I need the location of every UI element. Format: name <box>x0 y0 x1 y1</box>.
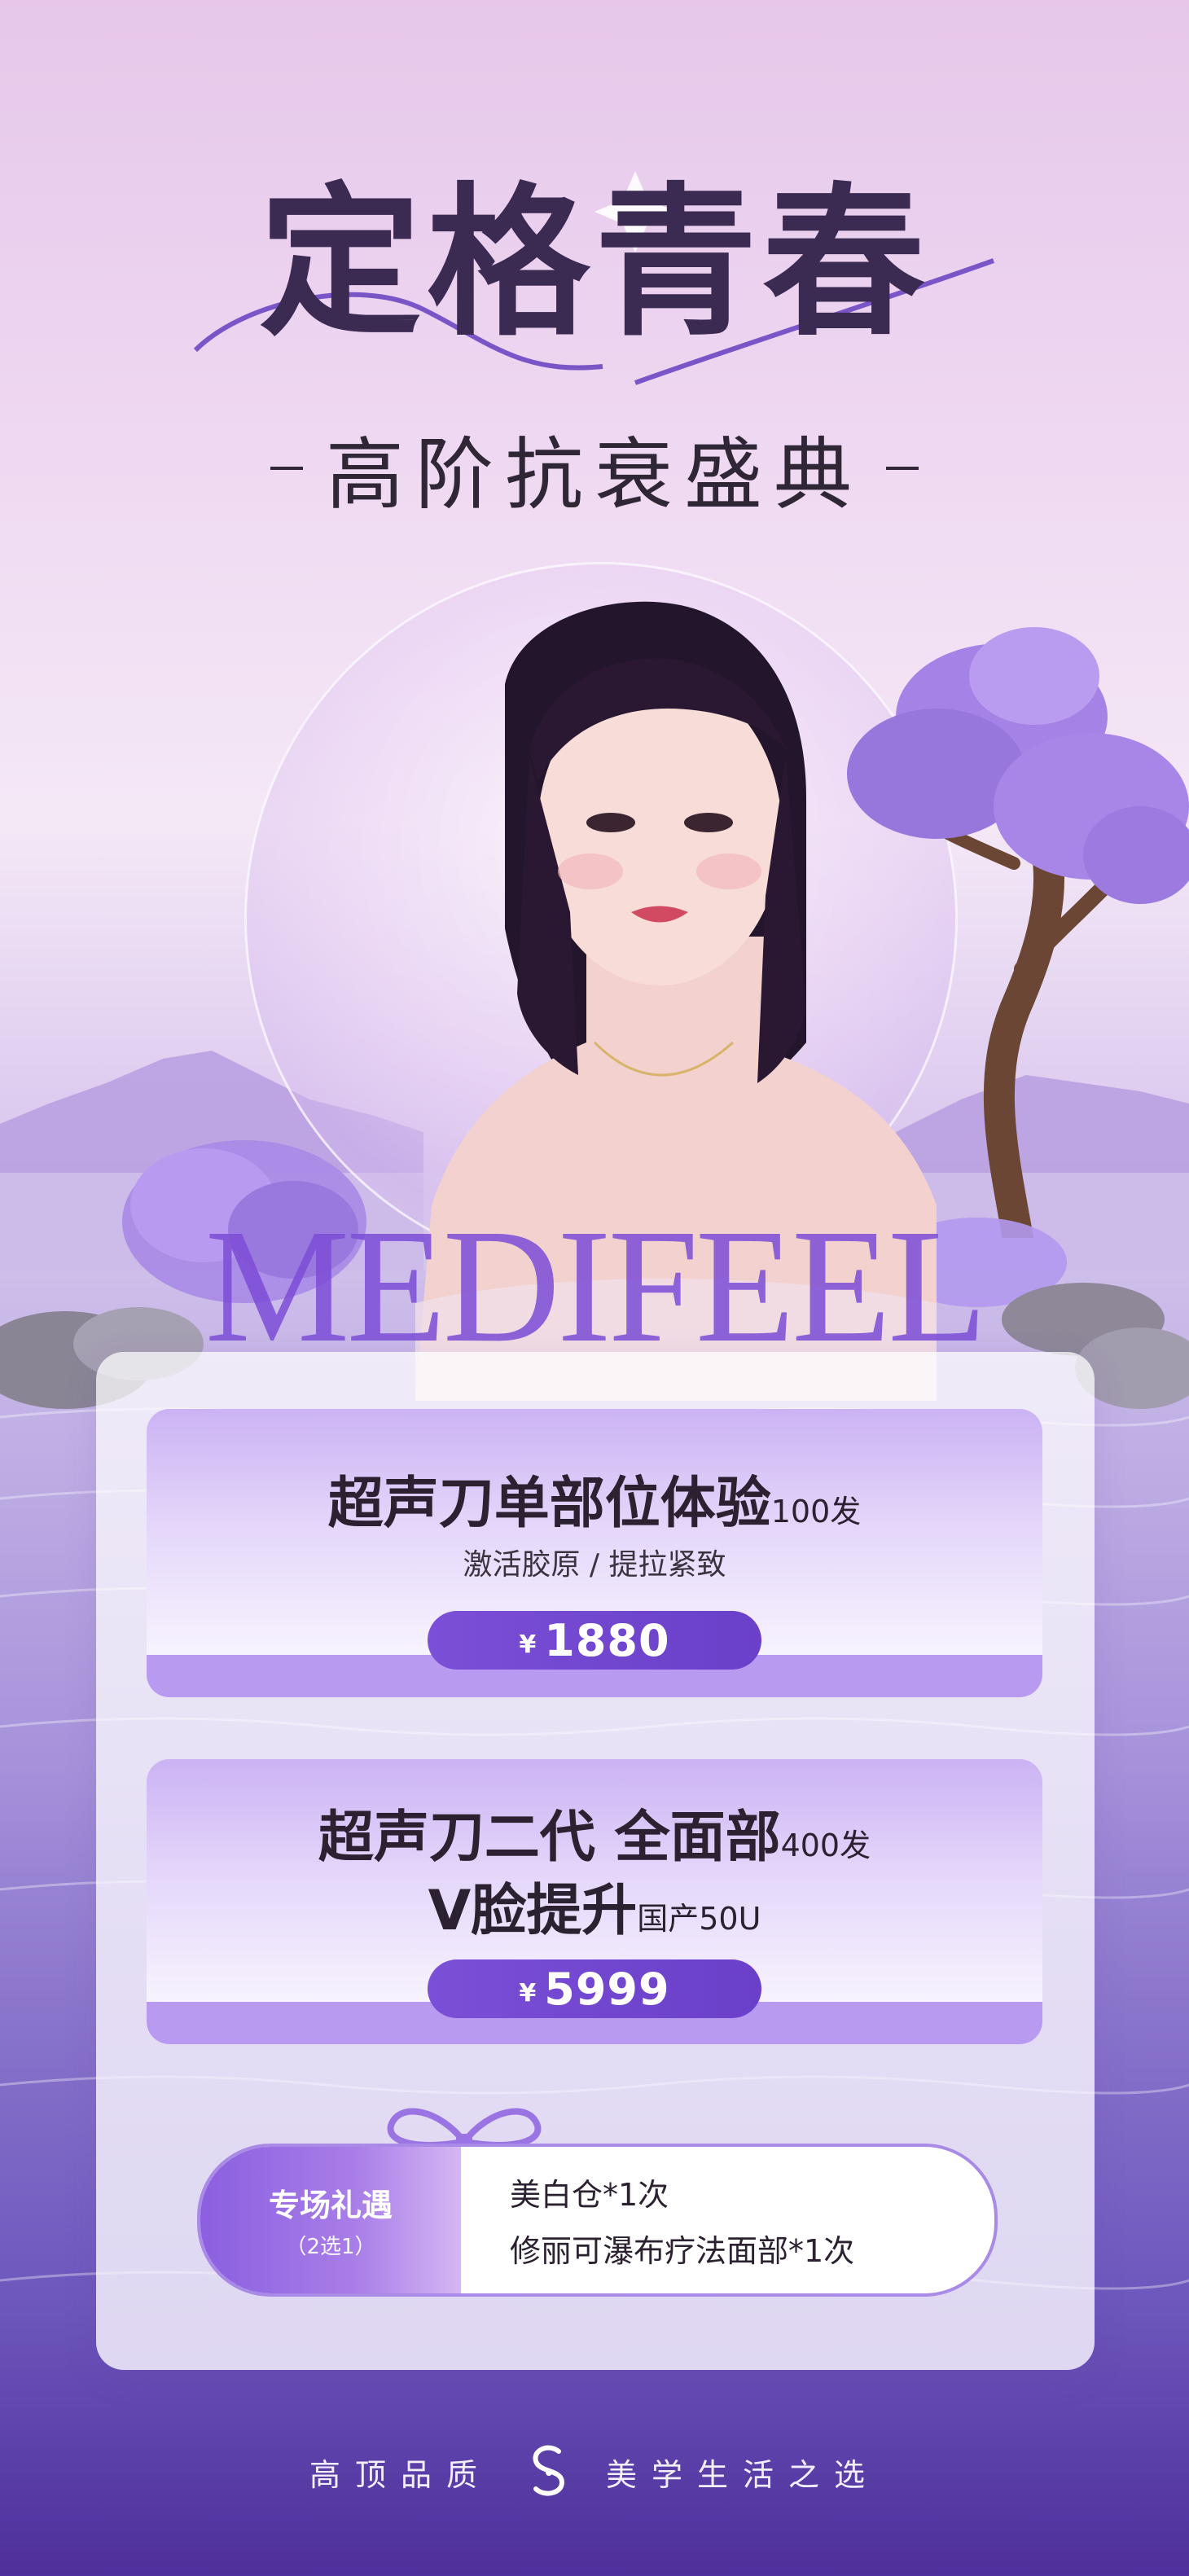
currency-symbol: ¥ <box>519 1630 537 1659</box>
gift-item: 修丽可瀑布疗法面部*1次 <box>510 2233 855 2269</box>
gift-title: 专场礼遇 <box>268 2188 393 2223</box>
offer-2-title-line2-suffix: 国产50U <box>637 1901 761 1937</box>
offer-1-title: 超声刀单部位体验100发 <box>147 1458 1042 1538</box>
footer-left-text: 高顶品质 <box>309 2456 492 2493</box>
offer-2-title-line1-suffix: 400发 <box>780 1828 871 1863</box>
offer-1-price[interactable]: ¥ 1880 <box>428 1611 761 1670</box>
offer-1-title-text: 超声刀单部位体验 <box>327 1472 771 1536</box>
gift-panel[interactable]: 专场礼遇 （2选1） 美白仓*1次 修丽可瀑布疗法面部*1次 <box>197 2144 998 2297</box>
price-amount: 1880 <box>544 1614 670 1666</box>
offer-2-title-line1: 超声刀二代 全面部400发 <box>147 1792 1042 1872</box>
gift-items: 美白仓*1次 修丽可瀑布疗法面部*1次 <box>510 2147 854 2293</box>
gift-note: （2选1） <box>285 2235 376 2259</box>
brand-wordmark: MEDIFEEL <box>204 1196 988 1376</box>
footer-right-text: 美学生活之选 <box>606 2456 880 2493</box>
offer-2-title-line2-text: V脸提升 <box>428 1879 638 1943</box>
poster: MEDIFEEL 定格青春 高阶抗衰盛典 超声刀单部位体验100发 激活胶原 /… <box>0 0 1189 2576</box>
offer-2-price[interactable]: ¥ 5999 <box>428 1959 761 2018</box>
subtitle-dash-left <box>270 466 303 470</box>
brand-s-logo-icon <box>533 2445 565 2496</box>
offer-1-subtitle: 激活胶原 / 提拉紧致 <box>463 1548 726 1582</box>
gift-label: 专场礼遇 （2选1） <box>200 2147 461 2293</box>
currency-symbol: ¥ <box>519 1978 537 2008</box>
offer-1-title-suffix: 100发 <box>770 1494 862 1529</box>
subtitle-row: 高阶抗衰盛典 <box>0 411 1189 524</box>
subtitle-dash-right <box>886 466 919 470</box>
footer: 高顶品质 美学生活之选 <box>0 2443 1189 2500</box>
gift-item: 美白仓*1次 <box>510 2177 669 2213</box>
offer-2-title-line1-text: 超声刀二代 全面部 <box>318 1806 781 1870</box>
offer-2-title-line2: V脸提升国产50U <box>147 1865 1042 1946</box>
page-subtitle: 高阶抗衰盛典 <box>326 429 863 520</box>
page-title: 定格青春 <box>258 167 930 358</box>
price-amount: 5999 <box>544 1963 670 2015</box>
